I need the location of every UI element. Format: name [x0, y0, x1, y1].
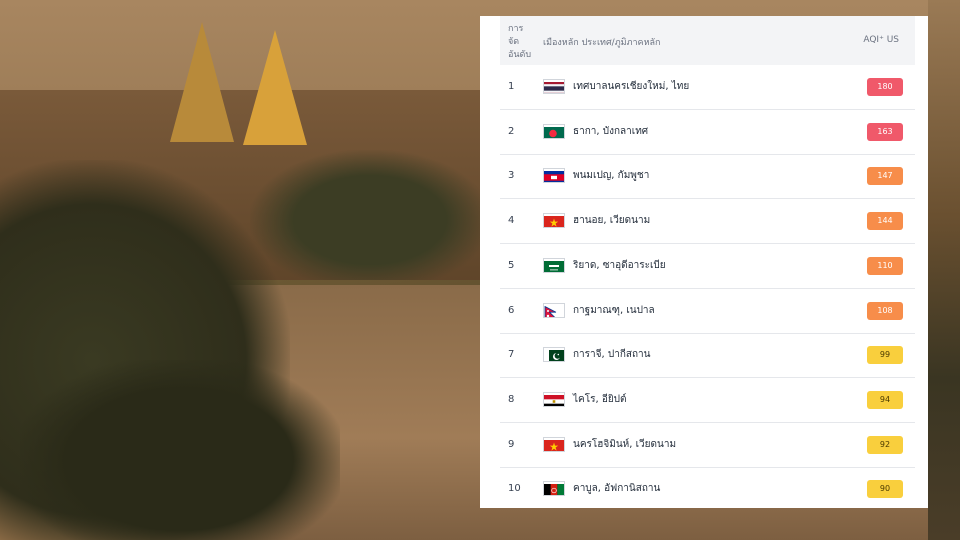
- pagoda-left: [170, 22, 234, 142]
- rank-number: 4: [508, 215, 515, 227]
- nepal-flag-icon: [543, 302, 565, 318]
- rank-number: 5: [508, 259, 515, 271]
- aqi-column-header: AQI⁺ US: [863, 35, 899, 45]
- aqi-badge: 144: [867, 212, 903, 231]
- city-name[interactable]: นครโฮจิมินห์, เวียดนาม: [573, 423, 676, 467]
- city-column-header: เมืองหลัก ประเทศ/ภูมิภาคหลัก: [543, 38, 661, 48]
- rank-number: 6: [508, 304, 515, 316]
- table-row[interactable]: 10 คาบูล, อัฟกานิสถาน 90: [500, 467, 915, 508]
- rank-number: 7: [508, 349, 515, 361]
- aqi-badge: 110: [867, 256, 903, 275]
- table-row[interactable]: 8 ไคโร, อียิปต์ 94: [500, 378, 915, 423]
- afghanistan-flag-icon: [543, 481, 565, 497]
- table-row[interactable]: 7 การาจี, ปากีสถาน 99: [500, 333, 915, 379]
- aqi-badge: 108: [867, 301, 903, 320]
- rank-number: 2: [508, 125, 515, 137]
- aqi-badge: 99: [867, 346, 903, 365]
- table-row[interactable]: 4 ฮานอย, เวียดนาม 144: [500, 199, 915, 245]
- city-name[interactable]: กาฐมาณฑุ, เนปาล: [573, 289, 655, 333]
- rank-number: 1: [508, 81, 515, 92]
- rank-number: 9: [508, 438, 515, 450]
- trees-bottom: [20, 360, 340, 540]
- pakistan-flag-icon: [543, 347, 565, 363]
- saudi-arabia-flag-icon: [543, 257, 565, 273]
- bangladesh-flag-icon: [543, 123, 565, 139]
- table-row[interactable]: 5 ริยาด, ซาอุดีอาระเบีย 110: [500, 244, 915, 289]
- city-name[interactable]: การาจี, ปากีสถาน: [573, 333, 651, 377]
- rank-number: 10: [508, 483, 521, 495]
- aqi-ranking-table: การ จัด อันดับ เมืองหลัก ประเทศ/ภูมิภาคห…: [480, 16, 928, 508]
- aqi-badge: 92: [867, 435, 903, 454]
- rank-number: 3: [508, 170, 515, 182]
- table-row[interactable]: 3 พนมเปญ, กัมพูชา 147: [500, 154, 915, 200]
- aqi-badge: 147: [867, 167, 903, 186]
- table-row[interactable]: 2 ธากา, บังกลาเทศ 163: [500, 110, 915, 155]
- thailand-flag-icon: [543, 79, 565, 94]
- aqi-badge: 163: [867, 122, 903, 141]
- table-row[interactable]: 6 กาฐมาณฑุ, เนปาล 108: [500, 289, 915, 334]
- city-name[interactable]: เทศบาลนครเชียงใหม่, ไทย: [573, 65, 689, 109]
- city-name[interactable]: คาบูล, อัฟกานิสถาน: [573, 467, 660, 508]
- table-row[interactable]: 9 นครโฮจิมินห์, เวียดนาม 92: [500, 423, 915, 468]
- city-name[interactable]: ไคโร, อียิปต์: [573, 378, 627, 422]
- city-name[interactable]: ริยาด, ซาอุดีอาระเบีย: [573, 244, 666, 288]
- pagoda-golden: [243, 30, 307, 145]
- vietnam-flag-icon: [543, 213, 565, 229]
- cambodia-flag-icon: [543, 168, 565, 184]
- aqi-badge: 180: [867, 78, 903, 96]
- city-name[interactable]: ธากา, บังกลาเทศ: [573, 110, 648, 154]
- rank-number: 8: [508, 393, 515, 405]
- aqi-badge: 94: [867, 390, 903, 409]
- right-edge-scenery: [928, 0, 960, 540]
- vietnam-flag-icon: [543, 436, 565, 452]
- egypt-flag-icon: [543, 391, 565, 407]
- aqi-badge: 90: [867, 480, 903, 499]
- city-name[interactable]: พนมเปญ, กัมพูชา: [573, 154, 649, 198]
- city-name[interactable]: ฮานอย, เวียดนาม: [573, 199, 650, 243]
- rank-column-header: การ จัด อันดับ: [508, 24, 532, 60]
- table-header: การ จัด อันดับ เมืองหลัก ประเทศ/ภูมิภาคห…: [500, 16, 915, 65]
- table-row[interactable]: 1 เทศบาลนครเชียงใหม่, ไทย 180: [500, 65, 915, 110]
